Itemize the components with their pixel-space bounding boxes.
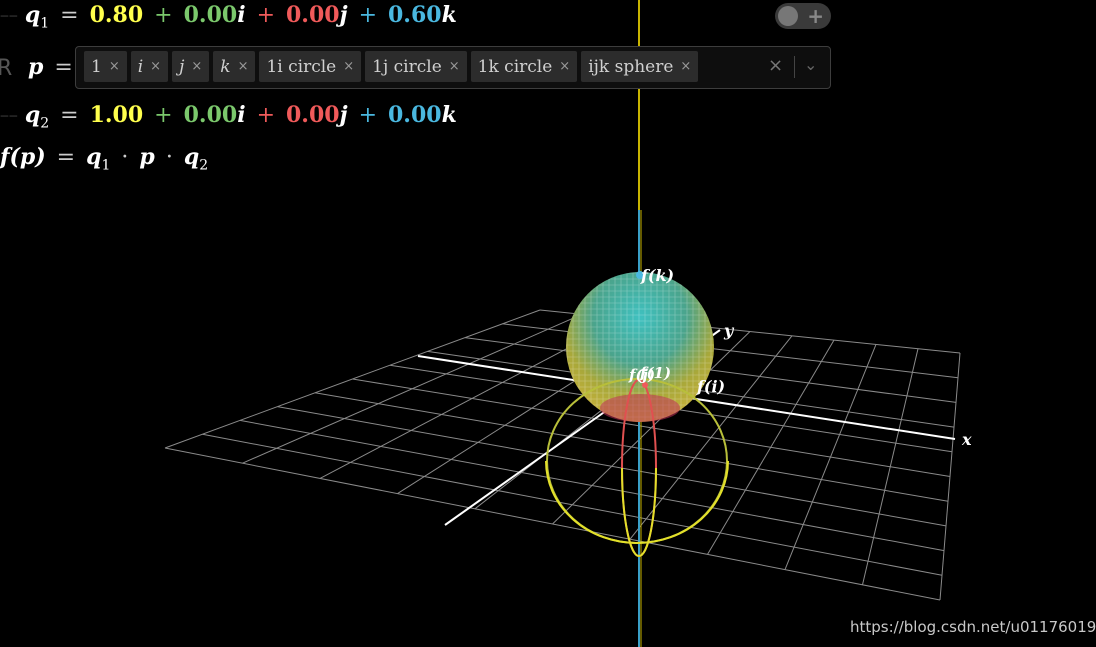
plus-sign: + — [358, 103, 377, 128]
plus-icon: + — [807, 4, 824, 28]
j-unit: j — [339, 2, 348, 28]
formula-q2: q — [183, 144, 200, 170]
x-axis-label: x — [961, 430, 972, 449]
formula-expression: f(p) = q1 · p · q2 — [0, 144, 208, 173]
chip-label: ijk sphere — [588, 56, 674, 77]
q2-j-value[interactable]: 0.00 — [286, 102, 340, 128]
chip-k[interactable]: k × — [213, 51, 256, 82]
canvas-stage: f(k) f(j) f(1) f(i) x y ‒‒ q1 = 0.80 + 0… — [0, 0, 1096, 647]
p-symbol: p — [28, 54, 44, 80]
chip-remove-icon[interactable]: × — [150, 59, 161, 74]
q1-subscript: 1 — [40, 15, 50, 32]
equals-sign: = — [60, 103, 79, 128]
plus-sign: + — [154, 103, 173, 128]
q2-i-value[interactable]: 0.00 — [184, 102, 238, 128]
chip-label: j — [179, 56, 185, 77]
q1-symbol: q — [24, 2, 41, 28]
chip-remove-icon[interactable]: × — [238, 59, 249, 74]
q1-k-value[interactable]: 0.60 — [388, 2, 442, 28]
dot-operator: · — [121, 145, 129, 170]
plus-sign: + — [256, 3, 275, 28]
plus-sign: + — [358, 3, 377, 28]
plus-sign: + — [256, 103, 275, 128]
row-drag-handle[interactable]: ‒‒ — [0, 8, 18, 24]
dot-operator: · — [165, 145, 173, 170]
toggle-knob — [778, 6, 798, 26]
plus-sign: + — [154, 3, 173, 28]
chip-remove-icon[interactable]: × — [680, 59, 691, 74]
chip-label: 1 — [91, 56, 102, 77]
grid-line — [277, 406, 947, 527]
chip-1i-circle[interactable]: 1i circle × — [259, 51, 362, 82]
f-k-label: f(k) — [640, 266, 674, 285]
q2-subscript: 2 — [40, 115, 50, 132]
add-toggle[interactable]: + — [775, 3, 831, 29]
chip-label: k — [220, 56, 231, 77]
watermark: https://blog.csdn.net/u011760195 — [850, 618, 1096, 636]
p-expression: p = — [28, 54, 77, 80]
chip-label: i — [137, 56, 144, 77]
q1-i-value[interactable]: 0.00 — [184, 2, 238, 28]
f-i-label: f(i) — [696, 377, 725, 396]
k-unit: k — [441, 2, 457, 28]
chip-1j-circle[interactable]: 1j circle × — [365, 51, 467, 82]
grid-line — [939, 352, 961, 601]
chip-i[interactable]: i × — [130, 51, 169, 82]
chip-1k-circle[interactable]: 1k circle × — [470, 51, 578, 82]
chevron-down-icon[interactable]: ⌄ — [804, 55, 817, 74]
chip-j[interactable]: j × — [172, 51, 210, 82]
chip-remove-icon[interactable]: × — [449, 59, 460, 74]
sphere-bottom-shade — [600, 394, 680, 422]
3d-plot-canvas[interactable]: f(k) f(j) f(1) f(i) x y — [0, 0, 1096, 647]
q2-symbol: q — [24, 102, 41, 128]
ground-grid — [164, 309, 961, 601]
j-unit: j — [339, 102, 348, 128]
close-icon[interactable]: × — [768, 55, 783, 76]
y-axis-label: y — [723, 321, 735, 340]
formula-q2-sub: 2 — [199, 157, 209, 174]
chip-ijk-sphere[interactable]: ijk sphere × — [581, 51, 699, 82]
formula-q1: q — [86, 144, 102, 170]
chip-list: 1 × i × j × k × 1i circle × 1j circle × 1k cir… — [84, 51, 699, 82]
chip-remove-icon[interactable]: × — [343, 59, 354, 74]
f-1-label: f(1) — [639, 364, 671, 382]
formula-p: p — [139, 144, 155, 170]
i-unit: i — [237, 2, 246, 28]
k-unit: k — [441, 102, 457, 128]
chip-label: 1i circle — [266, 56, 337, 77]
chip-remove-icon[interactable]: × — [109, 59, 120, 74]
formula-q1-sub: 1 — [101, 157, 111, 174]
i-unit: i — [237, 102, 246, 128]
chip-remove-icon[interactable]: × — [191, 59, 202, 74]
row-drag-handle[interactable]: ‒‒ — [0, 108, 18, 124]
p-multiselect[interactable]: 1 × i × j × k × 1i circle × 1j circle × 1k cir… — [75, 46, 831, 89]
row-icon: R — [0, 56, 13, 81]
chip-label: 1j circle — [372, 56, 442, 77]
equals-sign: = — [56, 145, 76, 170]
q2-w-value[interactable]: 1.00 — [90, 102, 144, 128]
chip-label: 1k circle — [477, 56, 553, 77]
q1-expression[interactable]: ‒‒ q1 = 0.80 + 0.00i + 0.00j + 0.60k — [0, 2, 457, 31]
formula-lhs: f(p) — [0, 144, 46, 170]
select-divider — [794, 56, 795, 78]
q2-k-value[interactable]: 0.00 — [388, 102, 442, 128]
q1-j-value[interactable]: 0.00 — [286, 2, 340, 28]
chip-1[interactable]: 1 × — [84, 51, 127, 82]
q1-w-value[interactable]: 0.80 — [90, 2, 144, 28]
equals-sign: = — [54, 55, 73, 80]
grid-line — [862, 348, 919, 585]
grid-line — [164, 447, 941, 601]
chip-remove-icon[interactable]: × — [559, 59, 570, 74]
equals-sign: = — [60, 3, 79, 28]
q2-expression[interactable]: ‒‒ q2 = 1.00 + 0.00i + 0.00j + 0.00k — [0, 102, 457, 131]
